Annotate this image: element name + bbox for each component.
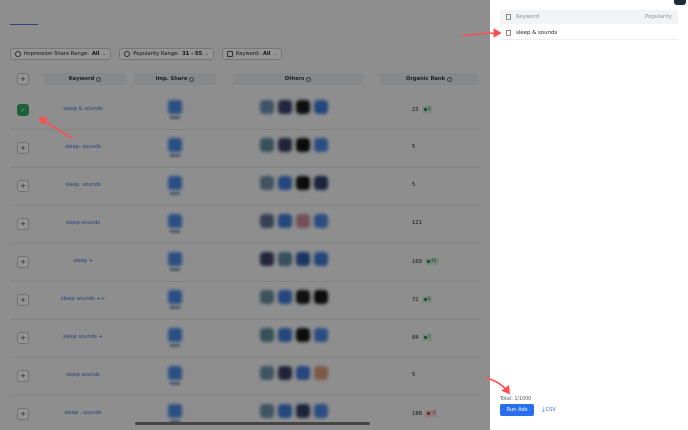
panel-close-corner[interactable] [674, 0, 686, 5]
panel-table-header: Keyword Popularity [500, 10, 678, 24]
download-icon: ⤓ [542, 406, 545, 413]
modal-backdrop[interactable] [0, 0, 490, 430]
csv-label: CSV [545, 407, 556, 413]
selected-keyword-row: sleep & sounds [500, 26, 678, 40]
total-count: Total: 1/1000 [500, 397, 532, 402]
run-ads-button[interactable]: Run Ads [500, 404, 534, 416]
selected-keywords-panel: Keyword Popularity sleep & sounds Total:… [490, 0, 688, 430]
panel-col-keyword: Keyword [516, 14, 540, 20]
selected-keyword: sleep & sounds [516, 29, 558, 36]
csv-download-link[interactable]: ⤓ CSV [542, 406, 556, 414]
trash-icon [506, 14, 511, 20]
panel-col-popularity: Popularity [644, 14, 672, 20]
trash-icon[interactable] [506, 29, 511, 36]
